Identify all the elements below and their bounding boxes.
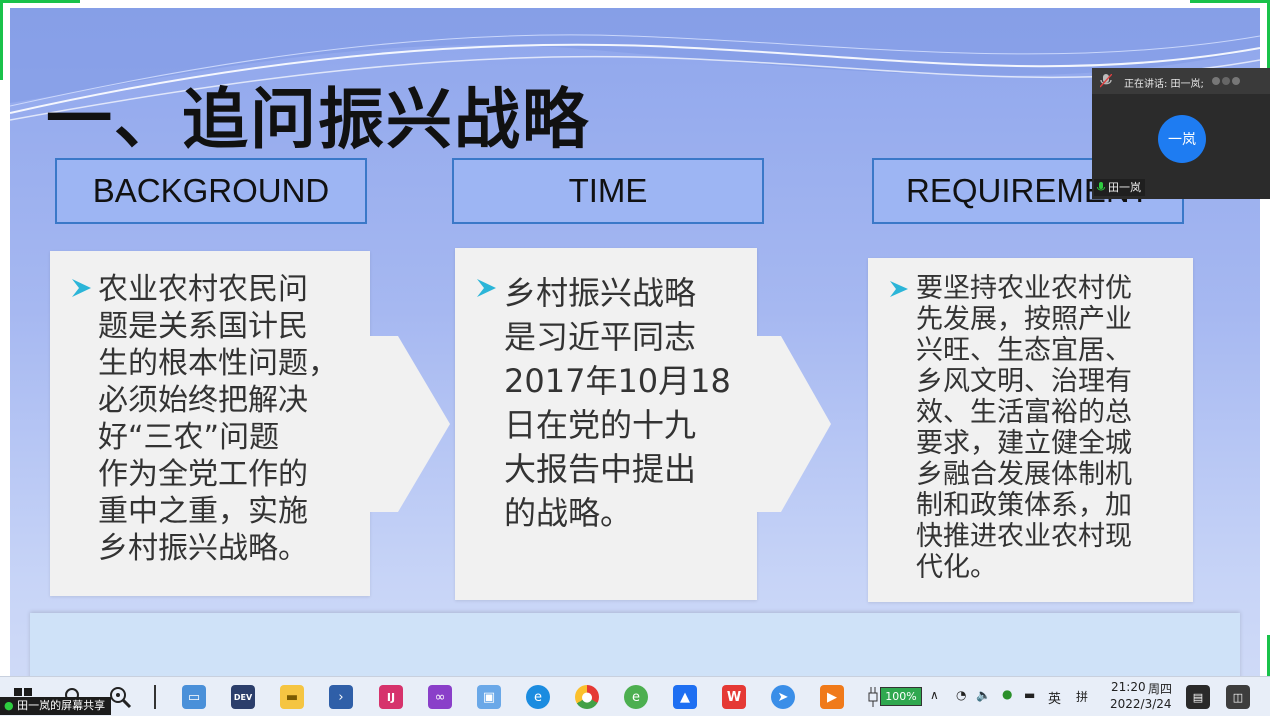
chrome-browser-icon[interactable]: ●	[575, 685, 599, 709]
wps-office-icon[interactable]: W	[722, 685, 746, 709]
card-arrow	[368, 336, 450, 512]
meeting-panel-header[interactable]: 正在讲话: 田一岚;	[1092, 68, 1270, 94]
feishu-app-icon[interactable]: ➤	[771, 685, 795, 709]
clock-date[interactable]: 2022/3/24	[1110, 697, 1172, 711]
ie-browser-icon[interactable]: e	[624, 685, 648, 709]
ime-pinyin-indicator[interactable]: 拼	[1076, 688, 1088, 705]
slide-title: 一、追问振兴战略	[46, 81, 590, 158]
time-card-text: 乡村振兴战略 是习近平同志 2017年10月18 日在党的十九 大报告中提出 的…	[504, 274, 731, 532]
background-card-text: 农业农村农民问 题是关系国计民 生的根本性问题， 必须始终把解决 好“三农”问题…	[98, 272, 338, 566]
jetbrains-icon[interactable]: IJ	[379, 685, 403, 709]
windows-taskbar: ▭ DEV ▬ › IJ ∞ ▣ e ● e ▲ W ➤ ▶ 100% ∧ ◔ …	[0, 676, 1270, 716]
chevron-up-icon[interactable]: ∧	[930, 688, 939, 702]
bullet-arrow-icon	[72, 279, 91, 297]
speaking-indicator: 正在讲话: 田一岚;	[1124, 79, 1204, 90]
header-background: BACKGROUND	[55, 158, 367, 224]
meeting-app-icon[interactable]: ◫	[1226, 685, 1250, 709]
microphone-icon: ●	[4, 699, 14, 712]
media-player-icon[interactable]: ▶	[820, 685, 844, 709]
edge-browser-icon[interactable]: e	[526, 685, 550, 709]
file-explorer-icon[interactable]: ▬	[280, 685, 304, 709]
lanhu-app-icon[interactable]: ▲	[673, 685, 697, 709]
visual-studio-icon[interactable]: ∞	[428, 685, 452, 709]
powershell-icon[interactable]: ›	[329, 685, 353, 709]
meeting-video-panel[interactable]: 正在讲话: 田一岚; 一岚 田一岚	[1092, 68, 1270, 199]
presentation-slide: 一、追问振兴战略 BACKGROUND TIME REQUIREMENT 农业农…	[10, 8, 1260, 680]
slide-bottom-panel	[30, 613, 1240, 680]
battery-indicator[interactable]: 100%	[880, 687, 922, 706]
clock-weekday: 周四	[1148, 682, 1173, 696]
participant-avatar[interactable]: 一岚	[1158, 115, 1206, 163]
microphone-muted-icon	[1100, 74, 1112, 88]
bullet-arrow-icon	[477, 279, 496, 297]
notification-center-icon[interactable]: ▤	[1186, 685, 1210, 709]
clock-time[interactable]: 21:20	[1111, 680, 1146, 694]
participant-name-tag: 田一岚	[1094, 179, 1145, 196]
screen-share-label: ● 田一岚的屏幕共享	[0, 697, 112, 715]
share-border-corner	[1190, 0, 1270, 3]
wifi-icon[interactable]: ◔	[956, 688, 966, 702]
ime-language-indicator[interactable]: 英	[1048, 688, 1061, 707]
devexpress-icon[interactable]: DEV	[231, 685, 255, 709]
participant-blur-icon	[1212, 77, 1240, 85]
power-plug-icon[interactable]	[866, 687, 880, 707]
taskbar-divider	[154, 685, 156, 709]
security-icon[interactable]: ●	[1002, 687, 1012, 701]
header-time: TIME	[452, 158, 764, 224]
card-arrow	[755, 336, 831, 512]
keyboard-icon[interactable]: ▬	[1024, 688, 1035, 702]
share-border-corner	[0, 0, 3, 80]
zoom-magnifier-icon[interactable]	[108, 685, 132, 709]
share-border-corner	[0, 0, 80, 3]
bullet-arrow-icon	[890, 281, 908, 297]
volume-icon[interactable]: 🔈	[976, 688, 991, 702]
desktop-app-icon[interactable]: ▭	[182, 685, 206, 709]
requirement-card-text: 要坚持农业农村优 先发展，按照产业 兴旺、生态宜居、 乡风文明、治理有 效、生活…	[916, 273, 1132, 583]
microphone-active-icon	[1097, 182, 1105, 191]
remote-desktop-icon[interactable]: ▣	[477, 685, 501, 709]
